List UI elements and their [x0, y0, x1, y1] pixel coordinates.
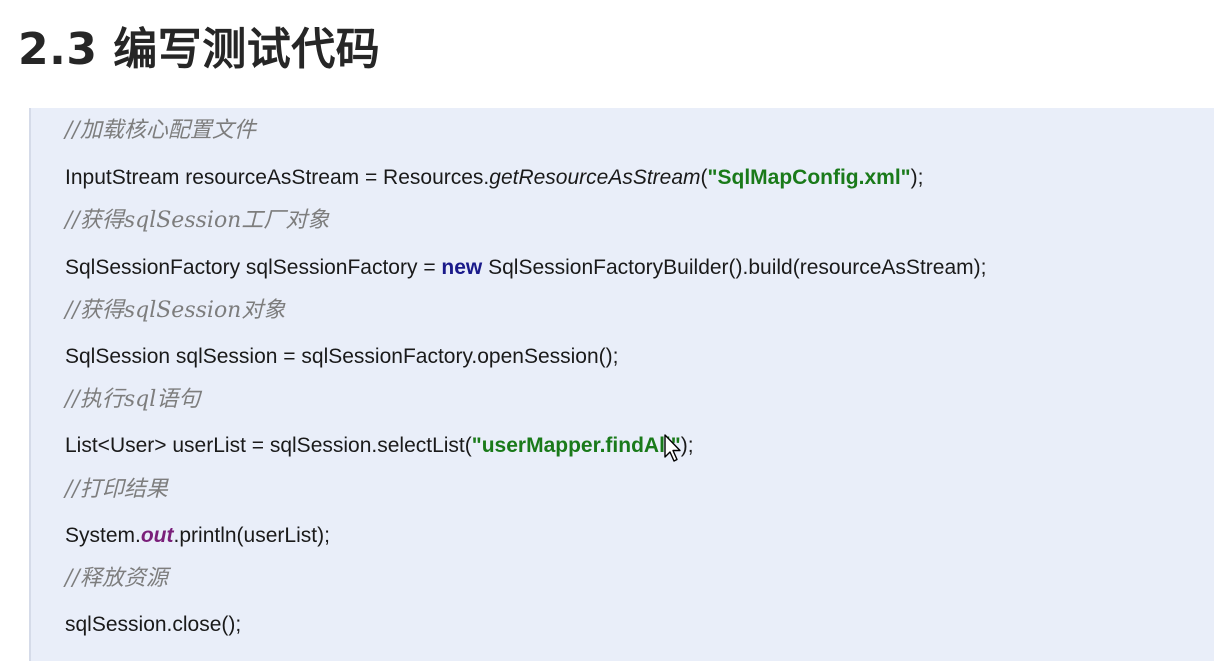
string-literal: "userMapper.findAll" — [471, 434, 681, 457]
comment-print-result: //打印结果 — [65, 477, 168, 502]
comment-get-factory: //获得sqlSession工厂对象 — [65, 208, 330, 233]
comment-release-resources: //释放资源 — [65, 566, 168, 591]
static-method: getResourceAsStream — [489, 166, 701, 189]
mouse-pointer-icon — [664, 434, 681, 462]
code-text: System. — [65, 524, 141, 547]
slide-title: 2.3 编写测试代码 — [18, 24, 381, 75]
code-text: .println(userList); — [173, 524, 330, 547]
keyword-new: new — [441, 256, 483, 279]
code-text: SqlSessionFactory sqlSessionFactory = — [65, 256, 442, 279]
code-line-println: System.out.println(userList); — [65, 521, 330, 551]
static-field-out: out — [140, 524, 174, 547]
code-line-select-list: List<User> userList = sqlSession.selectL… — [65, 431, 694, 461]
code-block: //加载核心配置文件 InputStream resourceAsStream … — [29, 108, 1214, 661]
code-text: SqlSessionFactoryBuilder().build(resourc… — [482, 256, 987, 279]
code-line-session-factory: SqlSessionFactory sqlSessionFactory = ne… — [65, 253, 986, 283]
code-text: InputStream resourceAsStream = Resources… — [65, 166, 490, 189]
code-line-close-session: sqlSession.close(); — [65, 613, 242, 636]
comment-execute-sql: //执行sql语句 — [65, 387, 201, 412]
code-text: ); — [910, 166, 924, 189]
comment-load-config: //加载核心配置文件 — [65, 118, 256, 143]
code-text: List<User> userList = sqlSession.selectL… — [65, 434, 472, 457]
string-literal: "SqlMapConfig.xml" — [707, 166, 911, 189]
comment-get-session: //获得sqlSession对象 — [65, 298, 286, 323]
code-line-open-session: SqlSession sqlSession = sqlSessionFactor… — [65, 345, 619, 368]
code-text: ( — [700, 166, 708, 189]
code-line-input-stream: InputStream resourceAsStream = Resources… — [65, 163, 923, 193]
